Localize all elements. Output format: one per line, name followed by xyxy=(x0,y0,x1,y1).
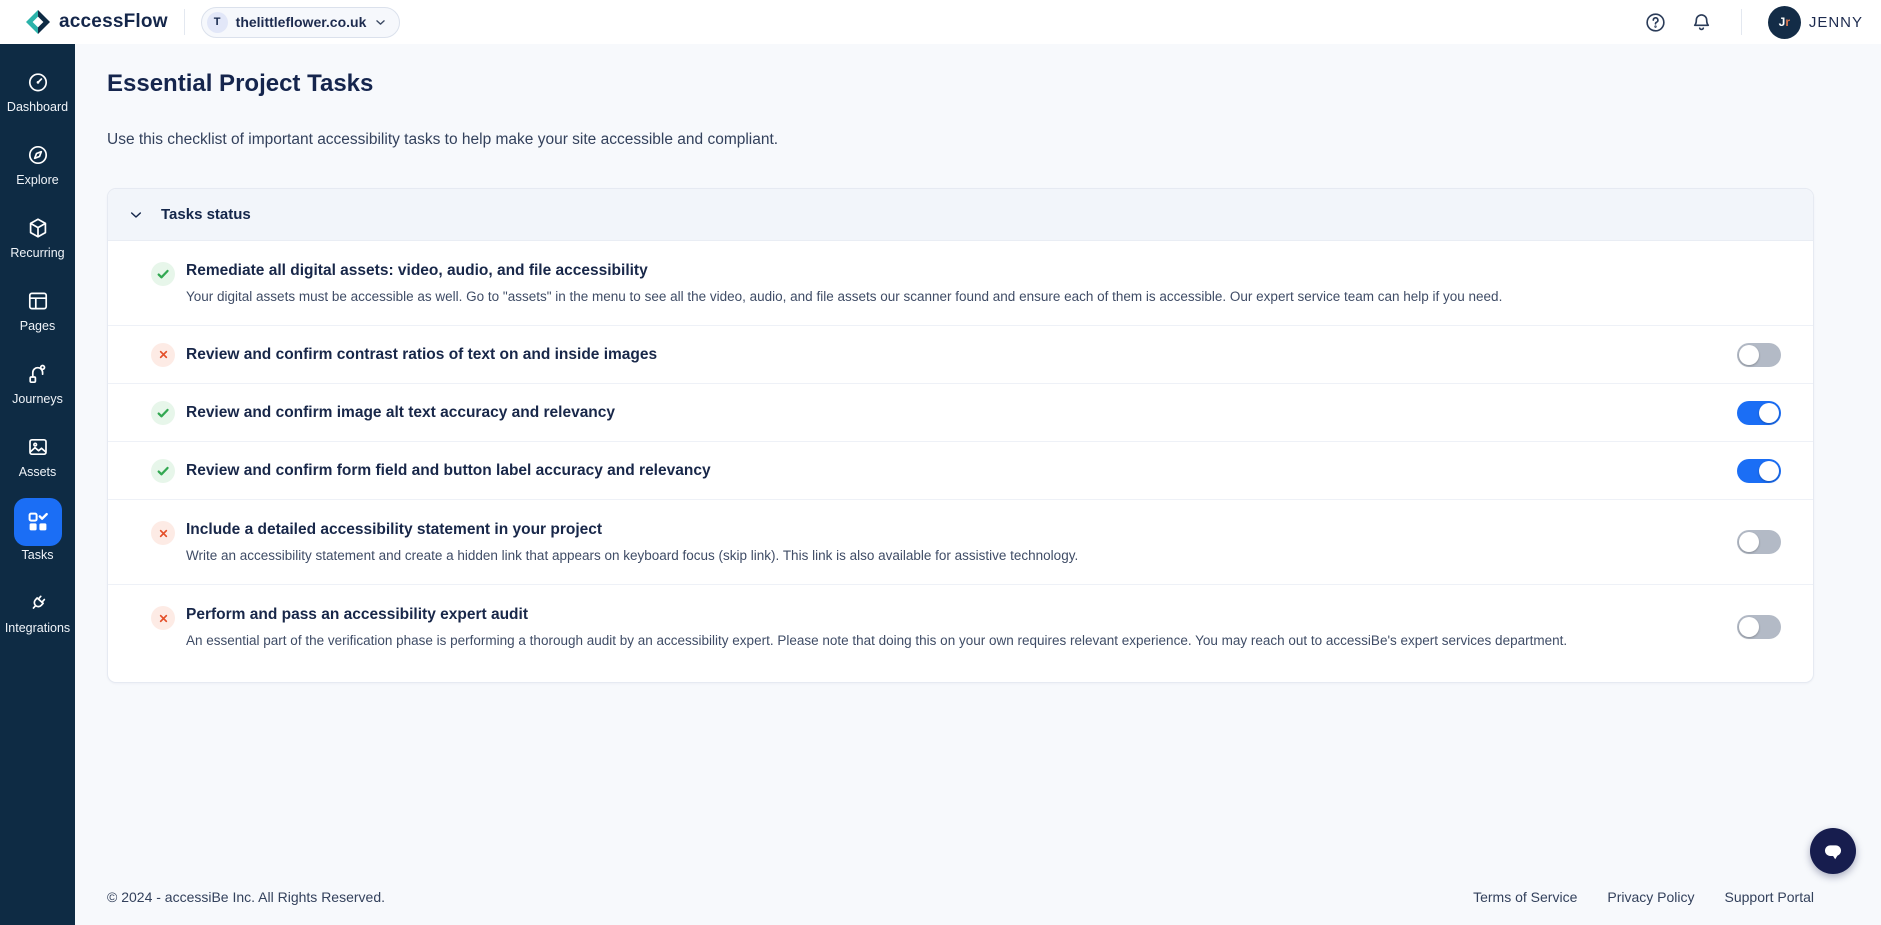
layout-icon xyxy=(26,289,50,313)
compass-icon xyxy=(26,143,50,167)
brand-name: accessFlow xyxy=(59,11,168,33)
panel-header-label: Tasks status xyxy=(161,206,251,223)
top-bar: accessFlow T thelittleflower.co.uk Jr JE… xyxy=(0,0,1881,44)
task-row: Review and confirm form field and button… xyxy=(108,441,1813,499)
bell-icon xyxy=(1690,11,1713,34)
toggle-knob xyxy=(1759,461,1779,481)
sidebar-item-integrations[interactable]: Integrations xyxy=(0,591,75,635)
sidebar-item-label: Recurring xyxy=(10,246,64,260)
task-description: Your digital assets must be accessible a… xyxy=(186,288,1502,305)
tasks-status-panel: Tasks status Remediate all digital asset… xyxy=(107,188,1814,683)
toggle-knob xyxy=(1739,617,1759,637)
page-title: Essential Project Tasks xyxy=(107,70,1814,98)
chat-widget-button[interactable] xyxy=(1810,828,1856,874)
question-mark-circle-icon xyxy=(1644,11,1667,34)
footer-link[interactable]: Privacy Policy xyxy=(1607,889,1694,905)
footer-link[interactable]: Terms of Service xyxy=(1473,889,1577,905)
task-row: Review and confirm image alt text accura… xyxy=(108,383,1813,441)
task-toggle[interactable] xyxy=(1737,459,1781,483)
task-toggle[interactable] xyxy=(1737,615,1781,639)
cross-circle-icon xyxy=(151,521,175,545)
task-row: Review and confirm contrast ratios of te… xyxy=(108,325,1813,383)
page-footer: © 2024 - accessiBe Inc. All Rights Reser… xyxy=(107,873,1814,925)
dashboard-gauge-icon xyxy=(26,70,50,94)
task-text: Perform and pass an accessibility expert… xyxy=(186,605,1567,649)
sidebar-item-label: Dashboard xyxy=(7,100,68,114)
chevron-down-icon xyxy=(374,16,387,29)
user-avatar[interactable]: Jr xyxy=(1768,6,1801,39)
task-row: Perform and pass an accessibility expert… xyxy=(108,584,1813,682)
plug-icon xyxy=(26,591,50,615)
chat-bubble-icon xyxy=(1820,838,1846,864)
divider xyxy=(184,9,185,35)
copyright-text: © 2024 - accessiBe Inc. All Rights Reser… xyxy=(107,889,385,905)
page-subtitle: Use this checklist of important accessib… xyxy=(107,131,1814,149)
task-toggle[interactable] xyxy=(1737,530,1781,554)
task-toggle[interactable] xyxy=(1737,401,1781,425)
main-content: Essential Project Tasks Use this checkli… xyxy=(75,44,1881,925)
cross-circle-icon xyxy=(151,343,175,367)
task-title: Perform and pass an accessibility expert… xyxy=(186,605,1567,624)
task-description: An essential part of the verification ph… xyxy=(186,632,1567,649)
task-row: Include a detailed accessibility stateme… xyxy=(108,499,1813,584)
task-text: Review and confirm form field and button… xyxy=(186,461,711,480)
help-button[interactable] xyxy=(1639,5,1673,39)
notifications-button[interactable] xyxy=(1685,5,1719,39)
tasks-check-icon xyxy=(14,498,62,546)
sidebar-item-tasks[interactable]: Tasks xyxy=(0,508,75,562)
user-name[interactable]: JENNY xyxy=(1809,14,1863,31)
footer-links: Terms of Service Privacy Policy Support Po… xyxy=(1473,889,1814,905)
task-toggle[interactable] xyxy=(1737,343,1781,367)
check-circle-icon xyxy=(151,262,175,286)
sidebar-item-dashboard[interactable]: Dashboard xyxy=(0,70,75,114)
route-icon xyxy=(26,362,50,386)
task-text: Remediate all digital assets: video, aud… xyxy=(186,261,1502,305)
cross-circle-icon xyxy=(151,606,175,630)
sidebar-item-explore[interactable]: Explore xyxy=(0,143,75,187)
sidebar-item-pages[interactable]: Pages xyxy=(0,289,75,333)
sidebar-item-recurring[interactable]: Recurring xyxy=(0,216,75,260)
domain-selector[interactable]: T thelittleflower.co.uk xyxy=(201,7,401,38)
toggle-knob xyxy=(1759,403,1779,423)
divider xyxy=(1741,9,1742,35)
sidebar-nav: Dashboard Explore Recurring Pages Journe… xyxy=(0,44,75,925)
sidebar-item-label: Assets xyxy=(19,465,57,479)
task-text: Include a detailed accessibility stateme… xyxy=(186,520,1078,564)
task-title: Include a detailed accessibility stateme… xyxy=(186,520,1078,539)
domain-badge: T xyxy=(207,12,228,33)
sidebar-item-assets[interactable]: Assets xyxy=(0,435,75,479)
toggle-knob xyxy=(1739,345,1759,365)
footer-link[interactable]: Support Portal xyxy=(1725,889,1815,905)
cube-icon xyxy=(26,216,50,240)
sidebar-item-label: Pages xyxy=(20,319,55,333)
task-row: Remediate all digital assets: video, aud… xyxy=(108,241,1813,325)
brand-diamond-icon xyxy=(25,9,51,35)
avatar-initial-suffix: r xyxy=(1785,15,1790,29)
task-list: Remediate all digital assets: video, aud… xyxy=(108,241,1813,682)
sidebar-item-label: Journeys xyxy=(12,392,63,406)
task-title: Review and confirm contrast ratios of te… xyxy=(186,345,657,364)
sidebar-item-label: Tasks xyxy=(22,548,54,562)
check-circle-icon xyxy=(151,401,175,425)
sidebar-item-label: Integrations xyxy=(5,621,70,635)
task-text: Review and confirm contrast ratios of te… xyxy=(186,345,657,364)
avatar-initial: J xyxy=(1779,15,1786,29)
task-title: Remediate all digital assets: video, aud… xyxy=(186,261,1502,280)
brand-logo: accessFlow xyxy=(25,9,168,35)
toggle-knob xyxy=(1739,532,1759,552)
sidebar-item-label: Explore xyxy=(16,173,58,187)
image-icon xyxy=(26,435,50,459)
task-text: Review and confirm image alt text accura… xyxy=(186,403,615,422)
chevron-down-icon xyxy=(128,207,144,223)
check-circle-icon xyxy=(151,459,175,483)
task-title: Review and confirm form field and button… xyxy=(186,461,711,480)
sidebar-item-journeys[interactable]: Journeys xyxy=(0,362,75,406)
tasks-status-header[interactable]: Tasks status xyxy=(108,189,1813,241)
task-title: Review and confirm image alt text accura… xyxy=(186,403,615,422)
domain-name: thelittleflower.co.uk xyxy=(236,14,367,30)
task-description: Write an accessibility statement and cre… xyxy=(186,547,1078,564)
